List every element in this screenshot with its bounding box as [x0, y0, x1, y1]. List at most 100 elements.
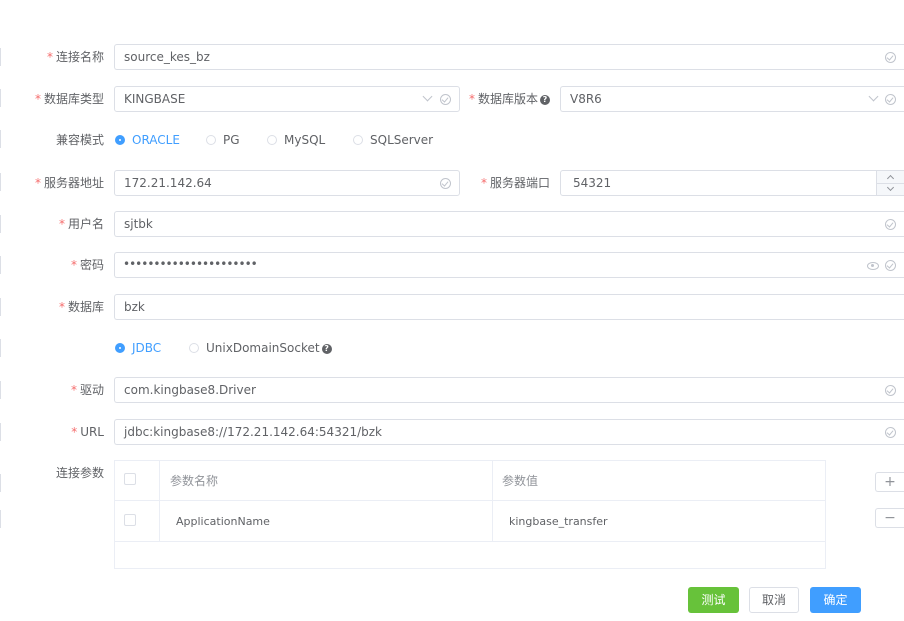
server-address-label: * 服务器地址 [0, 170, 104, 196]
password-input[interactable]: •••••••••••••••••••••• [114, 252, 904, 278]
required-mark: * [71, 425, 78, 439]
radio-label: SQLServer [370, 133, 434, 147]
table-col-divider [492, 461, 493, 541]
url-value: jdbc:kingbase8://172.21.142.64:54321/bzk [124, 425, 382, 439]
check-circle-icon [885, 94, 896, 105]
check-circle-icon [885, 219, 896, 230]
url-label: * URL [0, 419, 104, 445]
test-button[interactable]: 测试 [688, 587, 739, 613]
param-name-cell[interactable]: ApplicationName [176, 514, 270, 530]
radio-label: ORACLE [132, 133, 180, 147]
select-all-checkbox[interactable] [124, 473, 136, 485]
required-mark: * [58, 217, 65, 231]
stepper-down-icon[interactable] [877, 183, 904, 195]
driver-value: com.kingbase8.Driver [124, 383, 256, 397]
db-version-select[interactable]: V8R6 [560, 86, 904, 112]
db-version-label: * 数据库版本? [460, 86, 550, 112]
check-circle-icon [885, 260, 896, 271]
connection-name-label: * 连接名称 [0, 44, 104, 70]
radio-dot [189, 342, 199, 353]
compat-mode-label: 兼容模式 [55, 133, 104, 147]
driver-label: * 驱动 [0, 377, 104, 403]
connection-name-label-text: 连接名称 [55, 50, 104, 64]
port-stepper[interactable] [876, 170, 904, 196]
compat-radio-pg[interactable]: PG [206, 132, 240, 148]
chevron-down-icon[interactable] [422, 91, 433, 102]
check-circle-icon [440, 178, 451, 189]
cancel-button[interactable]: 取消 [749, 587, 799, 613]
table-header-divider [115, 500, 825, 501]
confirm-button[interactable]: 确定 [810, 587, 861, 613]
left-edge-marker [0, 339, 1, 357]
database-label: * 数据库 [0, 294, 104, 320]
table-col-divider [159, 461, 160, 541]
password-value: •••••••••••••••••••••• [123, 257, 258, 271]
connect-radio-unix-socket[interactable]: UnixDomainSocket? [189, 340, 332, 356]
server-port-label: * 服务器端口 [460, 170, 550, 196]
database-input[interactable]: bzk [114, 294, 904, 320]
db-type-label: * 数据库类型 [0, 86, 104, 112]
table-row-divider [115, 541, 825, 542]
check-circle-icon [440, 94, 451, 105]
check-circle-icon [885, 52, 896, 63]
username-label: * 用户名 [0, 211, 104, 237]
compat-radio-mysql[interactable]: MySQL [267, 132, 325, 148]
param-value-cell[interactable]: kingbase_transfer [509, 514, 608, 530]
server-address-label-text: 服务器地址 [43, 176, 104, 190]
eye-icon[interactable] [867, 262, 879, 270]
chevron-down-icon[interactable] [868, 91, 879, 102]
connect-radio-jdbc[interactable]: JDBC [115, 340, 161, 356]
question-circle-icon[interactable]: ? [540, 94, 550, 105]
required-mark: * [468, 92, 475, 106]
radio-label: PG [223, 133, 240, 147]
password-label: * 密码 [0, 252, 104, 278]
radio-dot [206, 134, 216, 145]
radio-dot [115, 134, 125, 145]
required-mark: * [46, 50, 53, 64]
params-label: 连接参数 [55, 466, 104, 480]
required-mark: * [480, 176, 487, 190]
question-circle-icon[interactable]: ? [321, 343, 332, 354]
required-mark: * [70, 258, 77, 272]
remove-param-button[interactable]: − [875, 508, 904, 528]
params-table: 参数名称 参数值 ApplicationName kingbase_transf… [114, 460, 826, 569]
radio-label: MySQL [284, 133, 326, 147]
password-label-text: 密码 [79, 258, 104, 272]
server-address-value: 172.21.142.64 [124, 176, 212, 190]
param-value-header: 参数值 [502, 474, 539, 488]
username-label-text: 用户名 [67, 217, 104, 231]
radio-dot [267, 134, 277, 145]
server-port-value: 54321 [573, 176, 612, 190]
username-value: sjtbk [124, 217, 153, 231]
radio-label: JDBC [132, 341, 162, 355]
server-address-input[interactable]: 172.21.142.64 [114, 170, 460, 196]
db-version-value: V8R6 [570, 92, 602, 106]
db-type-select[interactable]: KINGBASE [114, 86, 460, 112]
url-input[interactable]: jdbc:kingbase8://172.21.142.64:54321/bzk [114, 419, 904, 445]
db-version-label-text: 数据库版本 [477, 92, 538, 106]
check-circle-icon [885, 385, 896, 396]
row-checkbox[interactable] [124, 514, 136, 526]
connection-name-input[interactable]: source_kes_bz [114, 44, 904, 70]
driver-label-text: 驱动 [79, 383, 104, 397]
required-mark: * [34, 176, 41, 190]
required-mark: * [58, 300, 65, 314]
driver-input[interactable]: com.kingbase8.Driver [114, 377, 904, 403]
database-label-text: 数据库 [67, 300, 104, 314]
username-input[interactable]: sjtbk [114, 211, 904, 237]
check-circle-icon [885, 427, 896, 438]
server-port-input[interactable]: 54321 [560, 170, 877, 196]
compat-radio-oracle[interactable]: ORACLE [115, 132, 180, 148]
connection-name-value: source_kes_bz [124, 50, 210, 64]
db-type-label-text: 数据库类型 [43, 92, 104, 106]
add-param-button[interactable]: + [875, 472, 904, 492]
required-mark: * [70, 383, 77, 397]
radio-label: UnixDomainSocket [206, 341, 320, 355]
left-edge-marker [0, 510, 1, 528]
compat-radio-sqlserver[interactable]: SQLServer [353, 132, 433, 148]
database-value: bzk [124, 300, 145, 314]
radio-dot [115, 342, 125, 353]
param-name-header: 参数名称 [170, 474, 219, 488]
server-port-label-text: 服务器端口 [489, 176, 550, 190]
url-label-text: URL [80, 425, 104, 439]
